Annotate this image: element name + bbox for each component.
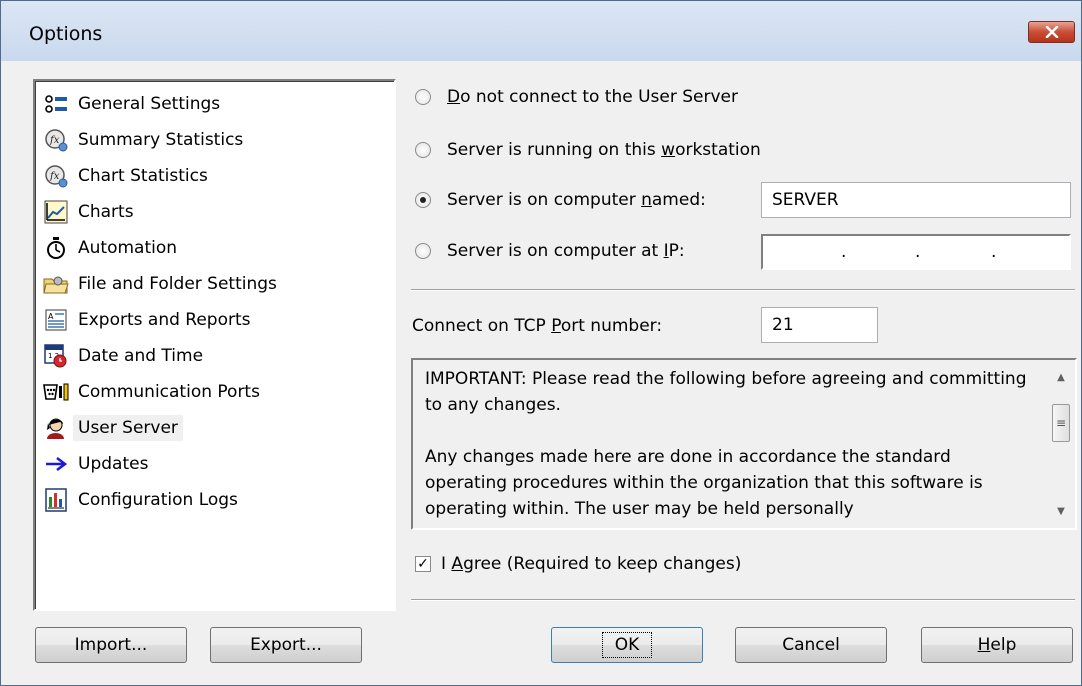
arrow-right-icon bbox=[43, 451, 69, 477]
nav-item-general-settings[interactable]: General Settings bbox=[43, 87, 225, 121]
chart-statistics-icon: fx bbox=[43, 163, 69, 189]
folder-icon bbox=[43, 271, 69, 297]
cancel-button[interactable]: Cancel bbox=[735, 627, 887, 663]
scroll-up-icon[interactable]: ▲ bbox=[1047, 364, 1075, 390]
window-title: Options bbox=[29, 23, 103, 45]
nav-item-label: File and Folder Settings bbox=[78, 274, 277, 294]
import-button[interactable]: Import... bbox=[35, 627, 187, 663]
svg-text:A: A bbox=[48, 312, 54, 321]
nav-item-label: General Settings bbox=[78, 94, 221, 114]
summary-statistics-icon: fx bbox=[43, 127, 69, 153]
radio-label: Server is running on this workstation bbox=[447, 140, 761, 160]
svg-text:fx: fx bbox=[49, 171, 60, 182]
stopwatch-icon bbox=[43, 235, 69, 261]
close-button[interactable] bbox=[1028, 21, 1075, 43]
notice-paragraph: IMPORTANT: Please read the following bef… bbox=[425, 369, 1027, 415]
nav-item-label: Communication Ports bbox=[78, 382, 260, 402]
notice-text-area[interactable]: IMPORTANT: Please read the following bef… bbox=[411, 358, 1077, 530]
charts-icon bbox=[43, 199, 69, 225]
svg-text:fx: fx bbox=[49, 135, 60, 146]
radio-server-at-ip[interactable]: Server is on computer at IP: bbox=[415, 241, 685, 261]
radio-do-not-connect[interactable]: Do not connect to the User Server bbox=[415, 87, 738, 107]
nav-item-label: Configuration Logs bbox=[78, 490, 238, 510]
log-icon bbox=[43, 487, 69, 513]
nav-item-automation[interactable]: Automation bbox=[43, 231, 182, 265]
category-list[interactable]: General Settings fx Summary Statistics f… bbox=[33, 79, 396, 611]
nav-item-label: Chart Statistics bbox=[78, 166, 208, 186]
nav-item-date-and-time[interactable]: 1 2 Date and Time bbox=[43, 339, 208, 373]
nav-item-label: User Server bbox=[73, 415, 183, 441]
radio-label: Do not connect to the User Server bbox=[447, 87, 738, 107]
report-icon: A bbox=[43, 307, 69, 333]
checkbox-icon[interactable]: ✓ bbox=[415, 556, 431, 572]
nav-item-file-and-folder-settings[interactable]: File and Folder Settings bbox=[43, 267, 282, 301]
port-label: Connect on TCP Port number: bbox=[412, 316, 663, 336]
export-button[interactable]: Export... bbox=[210, 627, 362, 663]
title-bar: Options bbox=[1, 1, 1081, 61]
nav-item-label: Date and Time bbox=[78, 346, 204, 366]
agree-label: I Agree (Required to keep changes) bbox=[441, 554, 742, 574]
help-button[interactable]: Help bbox=[921, 627, 1073, 663]
nav-item-chart-statistics[interactable]: fx Chart Statistics bbox=[43, 159, 213, 193]
nav-item-label: Exports and Reports bbox=[78, 310, 251, 330]
radio-label: Server is on computer named: bbox=[447, 190, 706, 210]
notice-text: IMPORTANT: Please read the following bef… bbox=[425, 366, 1035, 548]
nav-item-user-server[interactable]: User Server bbox=[43, 411, 183, 445]
computer-name-input[interactable]: SERVER bbox=[761, 182, 1071, 218]
nav-item-exports-and-reports[interactable]: A Exports and Reports bbox=[43, 303, 256, 337]
notice-paragraph: Any changes made here are done in accord… bbox=[425, 447, 983, 519]
nav-item-label: Automation bbox=[78, 238, 178, 258]
radio-button[interactable] bbox=[415, 243, 431, 259]
ports-icon bbox=[43, 379, 69, 405]
ip-address-input[interactable]: . . . bbox=[761, 234, 1071, 270]
separator bbox=[411, 599, 1075, 601]
radio-button[interactable] bbox=[415, 142, 431, 158]
radio-label: Server is on computer at IP: bbox=[447, 241, 685, 261]
separator bbox=[411, 289, 1075, 291]
scroll-down-icon[interactable]: ▼ bbox=[1047, 498, 1075, 524]
dialog-body: General Settings fx Summary Statistics f… bbox=[7, 61, 1077, 679]
nav-item-label: Charts bbox=[78, 202, 134, 222]
calendar-clock-icon: 1 2 bbox=[43, 343, 69, 369]
nav-item-communication-ports[interactable]: Communication Ports bbox=[43, 375, 265, 409]
agree-checkbox[interactable]: ✓ I Agree (Required to keep changes) bbox=[415, 554, 741, 574]
nav-item-charts[interactable]: Charts bbox=[43, 195, 139, 229]
radio-server-on-workstation[interactable]: Server is running on this workstation bbox=[415, 140, 761, 160]
user-icon bbox=[43, 415, 69, 441]
scrollbar-thumb[interactable]: ≡ bbox=[1052, 404, 1070, 442]
radio-server-on-named-computer[interactable]: Server is on computer named: bbox=[415, 190, 706, 210]
close-icon bbox=[1045, 26, 1058, 38]
nav-item-configuration-logs[interactable]: Configuration Logs bbox=[43, 483, 243, 517]
notice-scrollbar[interactable]: ▲ ≡ ▼ bbox=[1047, 360, 1075, 528]
nav-item-summary-statistics[interactable]: fx Summary Statistics bbox=[43, 123, 248, 157]
nav-item-label: Updates bbox=[78, 454, 149, 474]
nav-item-updates[interactable]: Updates bbox=[43, 447, 153, 481]
options-dialog: Options General Settings fx Summary Stat… bbox=[0, 0, 1082, 686]
radio-button[interactable] bbox=[415, 192, 431, 208]
port-number-input[interactable]: 21 bbox=[761, 307, 878, 343]
ok-button[interactable]: OK bbox=[551, 627, 703, 663]
nav-item-label: Summary Statistics bbox=[78, 130, 244, 150]
general-settings-icon bbox=[43, 91, 69, 117]
radio-button[interactable] bbox=[415, 89, 431, 105]
